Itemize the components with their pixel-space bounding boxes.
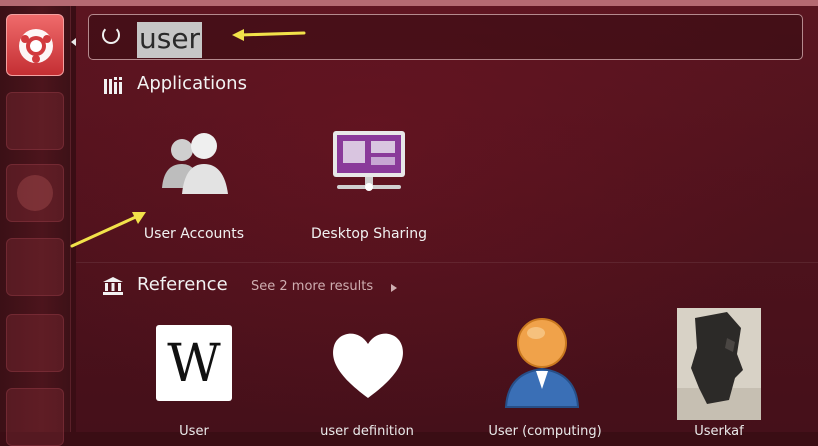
svg-text:W: W bbox=[167, 334, 221, 394]
desktop-sharing-icon[interactable] bbox=[331, 129, 407, 195]
see-more-results-link[interactable]: See 2 more results bbox=[251, 279, 373, 294]
wikipedia-icon[interactable]: W bbox=[156, 325, 232, 401]
statue-image[interactable] bbox=[677, 308, 761, 420]
annotation-arrow-icon bbox=[70, 212, 146, 248]
search-query-text[interactable]: user bbox=[137, 22, 203, 58]
launcher-firefox-icon[interactable] bbox=[6, 164, 64, 222]
heart-icon[interactable] bbox=[328, 324, 408, 402]
applications-icon bbox=[104, 77, 122, 94]
launcher-calc-icon[interactable] bbox=[6, 314, 64, 372]
annotation-arrow-icon bbox=[232, 29, 306, 41]
launcher bbox=[0, 6, 71, 446]
ubuntu-logo-icon bbox=[19, 29, 53, 63]
chevron-right-icon[interactable] bbox=[390, 283, 398, 293]
app-desktop-sharing[interactable]: Desktop Sharing bbox=[299, 226, 439, 242]
section-divider bbox=[76, 262, 818, 263]
firefox-icon bbox=[17, 175, 53, 211]
users-icon[interactable] bbox=[158, 128, 232, 198]
reference-header: Reference bbox=[137, 274, 228, 295]
launcher-writer-icon[interactable] bbox=[6, 238, 64, 296]
applications-header: Applications bbox=[137, 73, 247, 94]
launcher-impress-icon[interactable] bbox=[6, 388, 64, 446]
reference-icon bbox=[103, 277, 123, 295]
dash-home-button[interactable] bbox=[6, 14, 64, 76]
search-spinner-icon bbox=[102, 26, 120, 44]
user-avatar-icon[interactable] bbox=[502, 313, 582, 409]
launcher-files-icon[interactable] bbox=[6, 92, 64, 150]
wikipedia-w-icon: W bbox=[167, 334, 221, 394]
